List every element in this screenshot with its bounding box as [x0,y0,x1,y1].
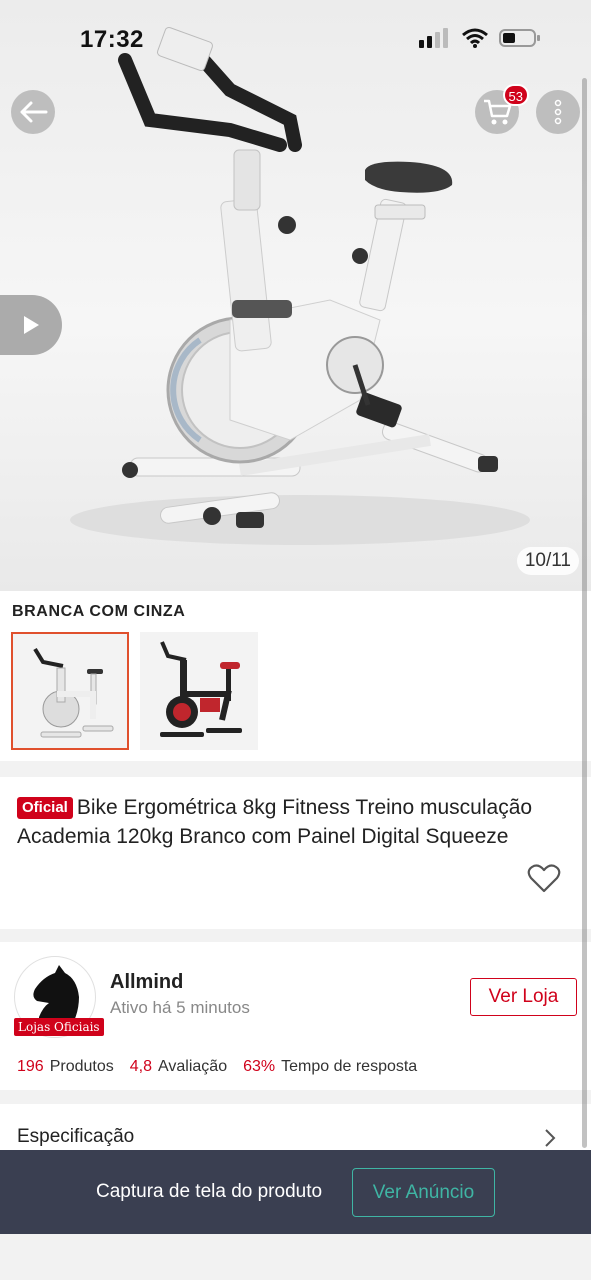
exercise-bike-image [70,26,530,545]
store-name: Allmind [110,971,184,993]
variation-thumb-white[interactable] [11,632,129,750]
bottom-spacer [0,1234,591,1280]
ver-loja-button[interactable]: Ver Loja [470,978,577,1016]
play-icon [24,316,39,334]
chevron-right-icon [545,1129,556,1147]
signal-icon [419,28,448,48]
battery-icon [499,29,540,47]
oficial-badge: Oficial [17,797,73,819]
ver-anuncio-button[interactable]: Ver Anúncio [352,1168,495,1217]
scrollbar[interactable] [582,78,587,1148]
variation-title: BRANCA COM CINZA [12,603,186,620]
more-options-button[interactable] [536,90,580,134]
black-bike-thumbnail [160,641,242,737]
store-status: Ativo há 5 minutos [110,998,250,1017]
product-title-section: Oficial Bike Ergométrica 8kg Fitness Trei… [0,777,591,929]
screenshot-bottom-bar: Captura de tela do produto Ver Anúncio [0,1150,591,1234]
cart-count-badge: 53 [502,84,529,106]
image-counter: 10/11 [516,547,579,575]
official-store-badge: Lojas Oficiais [14,1018,104,1036]
back-button[interactable] [11,90,55,134]
stat-products: 196 Produtos [17,1058,114,1075]
product-image-gallery[interactable]: 17:32 53 10/11 [0,0,591,591]
store-stats: 196 Produtos 4,8 Avaliação 63% Tempo de res… [17,1058,417,1076]
variation-section: BRANCA COM CINZA [0,591,591,761]
stat-response-time: 63% Tempo de resposta [243,1058,418,1075]
white-bike-thumbnail [33,647,114,738]
more-vertical-icon [554,99,562,125]
product-title-text: Bike Ergométrica 8kg Fitness Treino musc… [17,796,533,848]
arrow-left-icon [20,101,48,123]
heart-icon[interactable] [527,864,561,894]
status-bar: 17:32 [0,0,591,80]
store-section: Lojas Oficiais Allmind Ativo há 5 minuto… [0,942,591,1090]
variation-thumb-black[interactable] [140,632,258,750]
product-page: 17:32 53 10/11 BRANCA COM CINZA Oficial … [0,0,591,1280]
cart-button[interactable]: 53 [475,84,529,134]
status-time: 17:32 [80,26,144,53]
play-video-button[interactable] [0,295,62,355]
product-title: Oficial Bike Ergométrica 8kg Fitness Trei… [17,793,577,851]
stat-rating: 4,8 Avaliação [129,1058,228,1075]
specification-label: Especificação [17,1126,135,1147]
screenshot-caption: Captura de tela do produto [96,1181,323,1202]
wifi-icon [462,28,488,48]
